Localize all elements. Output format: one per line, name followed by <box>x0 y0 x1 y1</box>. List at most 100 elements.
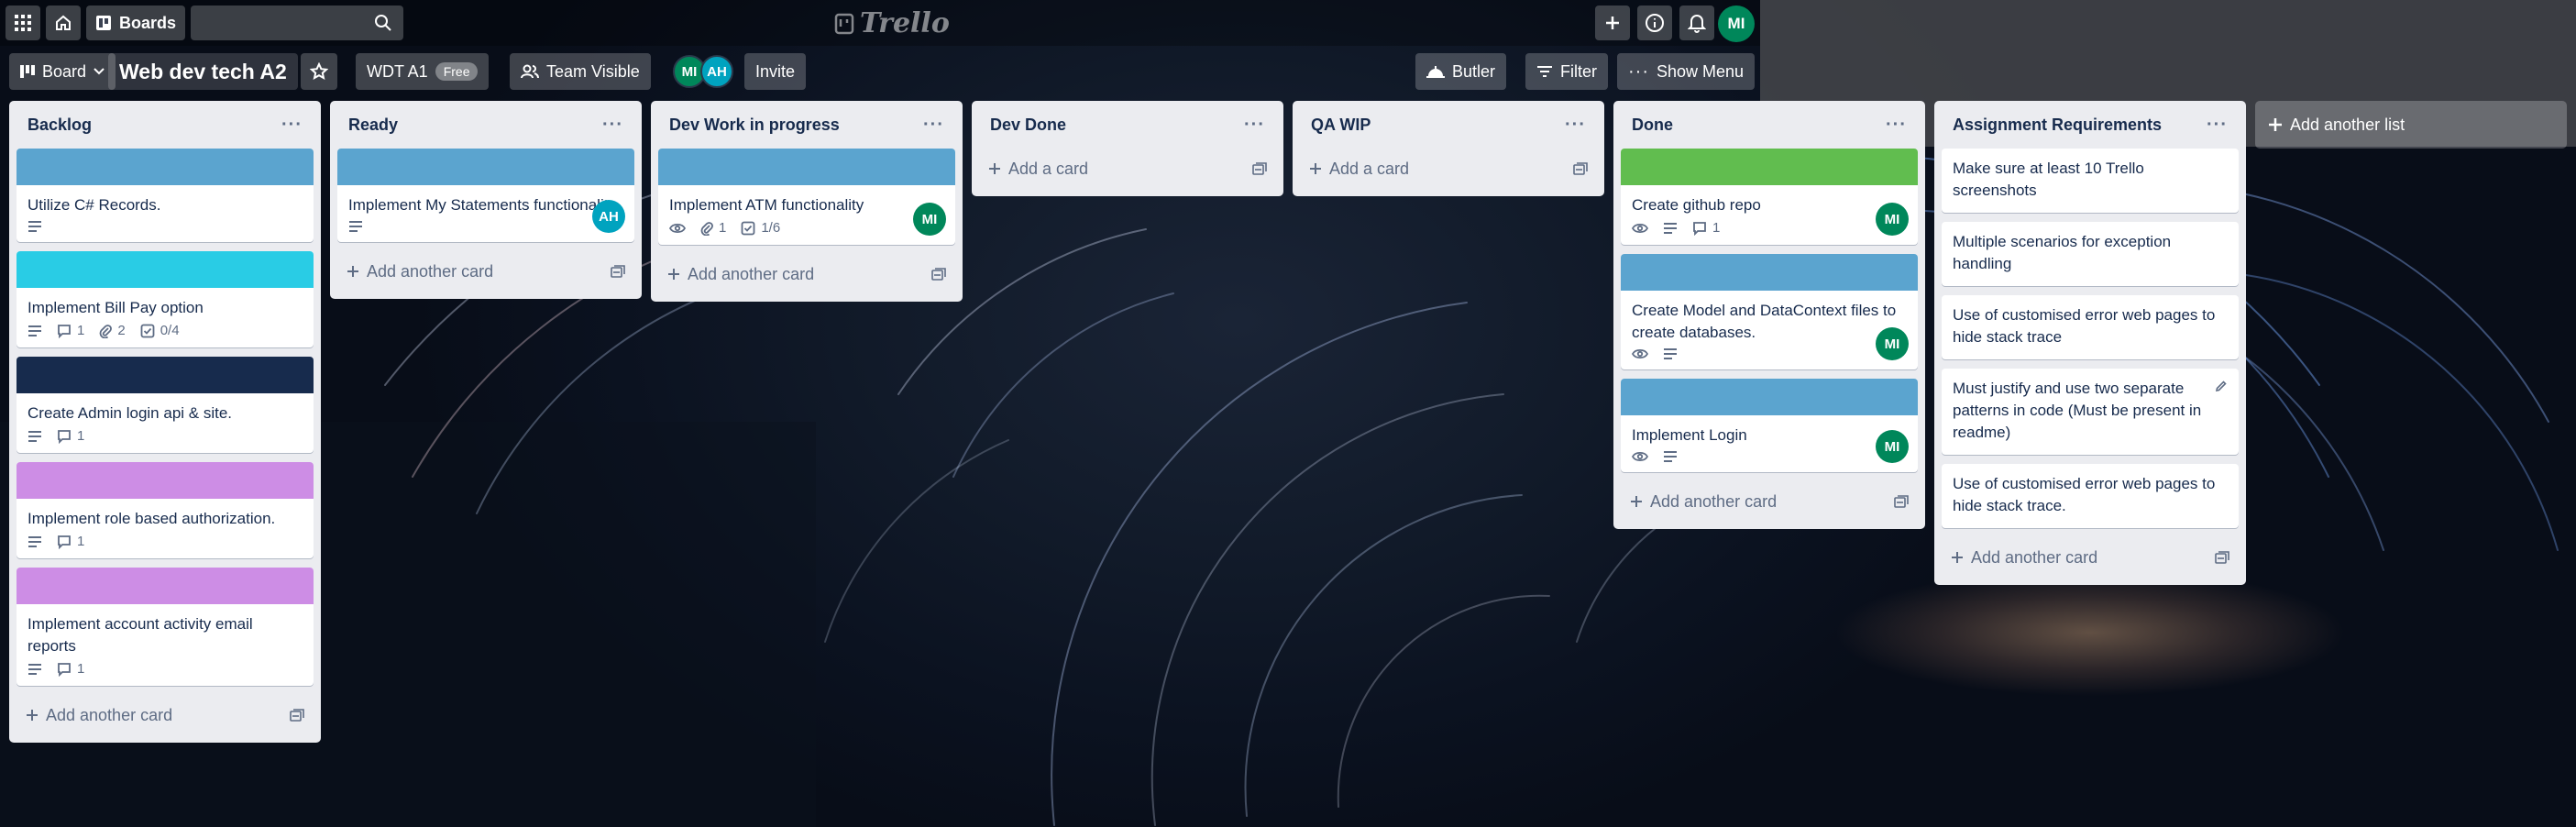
boards-button[interactable]: Boards <box>86 6 185 40</box>
card[interactable]: Utilize C# Records. <box>17 149 314 242</box>
workspace-button[interactable]: WDT A1 Free <box>356 53 490 90</box>
card[interactable]: Multiple scenarios for exception handlin… <box>1942 222 2239 286</box>
card-member-avatar[interactable]: MI <box>1876 203 1909 236</box>
list-title[interactable]: Dev Done <box>990 116 1066 135</box>
card-member-avatar[interactable]: AH <box>592 200 625 233</box>
card-label[interactable] <box>17 462 314 499</box>
filter-button[interactable]: Filter <box>1525 53 1608 90</box>
card[interactable]: Implement role based authorization. 1 <box>17 462 314 558</box>
invite-button[interactable]: Invite <box>744 53 807 90</box>
show-menu-button[interactable]: ··· Show Menu <box>1617 53 1756 90</box>
board-view-switcher[interactable]: Board <box>9 53 116 90</box>
list-header[interactable]: Ready ··· <box>337 101 634 149</box>
list-header[interactable]: Dev Work in progress ··· <box>658 101 955 149</box>
list-title[interactable]: QA WIP <box>1311 116 1371 135</box>
card-badges <box>1621 347 1918 369</box>
card-label[interactable] <box>658 149 955 185</box>
add-card-button[interactable]: Add a card <box>1300 149 1597 189</box>
board-icon <box>20 65 35 78</box>
card-badges <box>337 220 634 242</box>
list-menu-icon[interactable]: ··· <box>1244 115 1265 136</box>
logo-text: Trello <box>860 7 950 39</box>
card[interactable]: Implement ATM functionality 1 1/6 MI <box>658 149 955 245</box>
card-label[interactable] <box>1621 379 1918 415</box>
list-menu-icon[interactable]: ··· <box>1886 115 1907 136</box>
card-template-icon[interactable] <box>931 268 946 281</box>
card-template-icon[interactable] <box>1573 162 1588 175</box>
user-avatar[interactable]: MI <box>1718 6 1755 42</box>
add-card-button[interactable]: Add a card <box>979 149 1276 189</box>
card-label[interactable] <box>17 568 314 604</box>
member-avatar[interactable]: AH <box>700 55 733 88</box>
plus-icon <box>1310 163 1321 174</box>
card[interactable]: Make sure at least 10 Trello screenshots <box>1942 149 2239 213</box>
list-title[interactable]: Done <box>1632 116 1673 135</box>
card[interactable]: Implement account activity email reports… <box>17 568 314 686</box>
list-header[interactable]: Done ··· <box>1621 101 1918 149</box>
workspace-label: WDT A1 <box>367 61 428 81</box>
card-member-avatar[interactable]: MI <box>1876 430 1909 463</box>
board-view-label: Board <box>42 61 87 81</box>
card[interactable]: Implement Login MI <box>1621 379 1918 472</box>
card-template-icon[interactable] <box>2215 551 2229 564</box>
list-header[interactable]: Backlog ··· <box>17 101 314 149</box>
card[interactable]: Implement Bill Pay option 1 2 0/4 <box>17 251 314 347</box>
list-menu-icon[interactable]: ··· <box>281 115 303 136</box>
card-member-avatar[interactable]: MI <box>1876 327 1909 360</box>
info-button[interactable] <box>1637 6 1672 40</box>
create-button[interactable] <box>1595 6 1630 40</box>
workspace-plan-badge: Free <box>435 62 479 81</box>
card-title: Utilize C# Records. <box>28 196 161 214</box>
card-label[interactable] <box>17 251 314 288</box>
list-title[interactable]: Dev Work in progress <box>669 116 840 135</box>
list-title[interactable]: Ready <box>348 116 398 135</box>
card-label[interactable] <box>1621 149 1918 185</box>
card-badges: 1 <box>17 534 314 558</box>
edit-icon[interactable] <box>2215 380 2228 392</box>
list-title[interactable]: Assignment Requirements <box>1953 116 2162 135</box>
attachments-badge: 1 <box>700 220 726 236</box>
apps-grid-icon[interactable] <box>6 6 40 40</box>
card-label[interactable] <box>17 149 314 185</box>
list-header[interactable]: Dev Done ··· <box>979 101 1276 149</box>
add-card-label: Add another card <box>367 261 494 281</box>
list-title[interactable]: Backlog <box>28 116 92 135</box>
list-menu-icon[interactable]: ··· <box>1565 115 1586 136</box>
card-template-icon[interactable] <box>611 265 625 278</box>
card[interactable]: Create Model and DataContext files to cr… <box>1621 254 1918 369</box>
list-menu-icon[interactable]: ··· <box>923 115 944 136</box>
card-badges: 1 <box>1621 220 1918 245</box>
home-button[interactable] <box>46 6 81 40</box>
search-input[interactable] <box>191 6 403 40</box>
card[interactable]: Create github repo 1 MI <box>1621 149 1918 245</box>
list-qa-wip: QA WIP ··· Add a card <box>1293 101 1604 196</box>
list-header[interactable]: QA WIP ··· <box>1300 101 1597 149</box>
card-template-icon[interactable] <box>1894 495 1909 508</box>
card[interactable]: Create Admin login api & site. 1 <box>17 357 314 453</box>
add-card-button[interactable]: Add another card <box>1621 481 1918 522</box>
add-card-button[interactable]: Add another card <box>337 251 634 292</box>
card-label[interactable] <box>337 149 634 185</box>
board-title[interactable]: Web dev tech A2 <box>108 53 298 90</box>
list-header[interactable]: Assignment Requirements ··· <box>1942 101 2239 149</box>
card-label[interactable] <box>17 357 314 393</box>
star-button[interactable] <box>301 53 337 90</box>
card-template-icon[interactable] <box>290 709 304 722</box>
trello-logo[interactable]: Trello <box>834 7 950 39</box>
add-card-button[interactable]: Add another card <box>17 695 314 735</box>
list-menu-icon[interactable]: ··· <box>2207 115 2228 136</box>
visibility-button[interactable]: Team Visible <box>510 53 651 90</box>
card-label[interactable] <box>1621 254 1918 291</box>
card-template-icon[interactable] <box>1252 162 1267 175</box>
card[interactable]: Must justify and use two separate patter… <box>1942 369 2239 455</box>
add-card-button[interactable]: Add another card <box>1942 537 2239 578</box>
card[interactable]: Use of customised error web pages to hid… <box>1942 464 2239 528</box>
card[interactable]: Use of customised error web pages to hid… <box>1942 295 2239 359</box>
card[interactable]: Implement My Statements functionality. AH <box>337 149 634 242</box>
add-list-button[interactable]: Add another list <box>2255 101 2567 149</box>
notifications-button[interactable] <box>1679 6 1714 40</box>
list-menu-icon[interactable]: ··· <box>602 115 623 136</box>
card-member-avatar[interactable]: MI <box>913 203 946 236</box>
add-card-button[interactable]: Add another card <box>658 254 955 294</box>
butler-button[interactable]: Butler <box>1415 53 1507 90</box>
